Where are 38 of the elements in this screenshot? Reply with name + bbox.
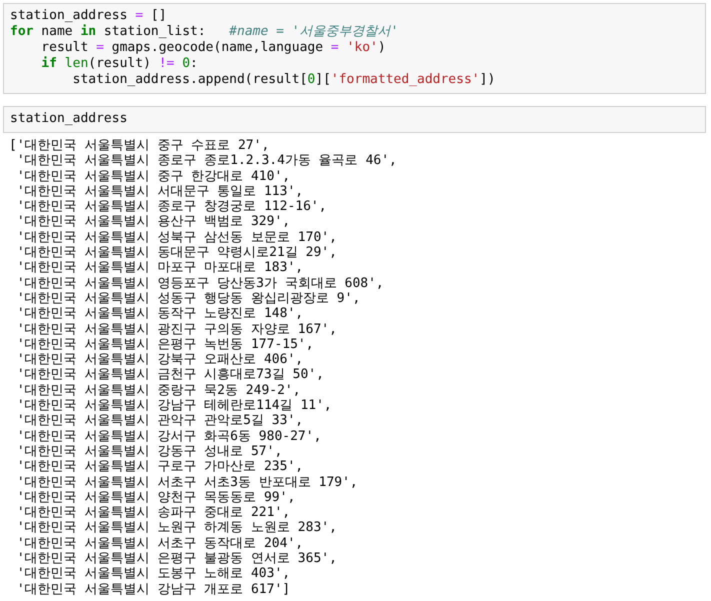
output-line: '대한민국 서울특별시 강남구 테헤란로114길 11', [16, 398, 333, 414]
output-line: '대한민국 서울특별시 광진구 구의동 자양로 167', [16, 322, 338, 337]
code-input[interactable]: station_address [3, 106, 706, 133]
output-line: '대한민국 서울특별시 중랑구 묵2동 249-2', [16, 382, 302, 398]
code-line: if len(result) != 0: [40, 56, 199, 72]
output-line: '대한민국 서울특별시 은평구 녹번동 177-15', [16, 336, 315, 352]
output-line: '대한민국 서울특별시 구로구 가마산로 235', [16, 459, 304, 475]
output-line: '대한민국 서울특별시 서초구 서초3동 반포대로 179', [16, 474, 359, 490]
output-line: '대한민국 서울특별시 동대문구 약령시로21길 29', [16, 245, 338, 260]
code-line: station_address [10, 111, 128, 127]
output-line: '대한민국 서울특별시 중구 한강대로 410', [16, 168, 292, 184]
output-line: '대한민국 서울특별시 강북구 오패산로 406', [16, 352, 304, 368]
output-line: '대한민국 서울특별시 송파구 중대로 221', [16, 505, 292, 520]
output-line: '대한민국 서울특별시 종로구 종로1.2.3.4가동 율곡로 46', [16, 153, 398, 169]
output-line: '대한민국 서울특별시 강서구 화곡6동 980-27', [16, 428, 322, 444]
output-line: '대한민국 서울특별시 금천구 시흥대로73길 50', [16, 367, 325, 383]
code-line: for name in station_list: #name = '서울중부경찰서' [10, 24, 400, 40]
code-line: result = gmaps.geocode(name,language = 'ko') [40, 40, 387, 56]
output-line: '대한민국 서울특별시 강남구 개포로 617'] [16, 582, 292, 597]
output-line: '대한민국 서울특별시 서대문구 통일로 113', [16, 184, 304, 200]
output-line: '대한민국 서울특별시 성동구 행당동 왕십리광장로 9', [16, 290, 362, 306]
output-line: '대한민국 서울특별시 노원구 하계동 노원로 283', [16, 520, 338, 536]
output-line: '대한민국 서울특별시 은평구 불광동 연서로 365', [16, 551, 338, 566]
output-line: '대한민국 서울특별시 영등포구 당산동3가 국회대로 608', [16, 276, 385, 291]
output-line: '대한민국 서울특별시 마포구 마포대로 183', [16, 260, 304, 276]
output-line: '대한민국 서울특별시 용산구 백범로 329', [16, 214, 292, 230]
code-input[interactable]: station_address = [] for name in station_list: #name = '서울중부경찰서' result = gmaps.geocode(name,language = 'ko') if len(result) != 0: station_address.append(result[0]['formatted_address']) [3, 3, 706, 94]
output-line: ['대한민국 서울특별시 중구 수표로 27', [9, 138, 270, 154]
output-line: '대한민국 서울특별시 성북구 삼선동 보문로 170', [16, 230, 338, 246]
output-line: '대한민국 서울특별시 서초구 동작대로 204', [16, 536, 304, 552]
output-line: '대한민국 서울특별시 동작구 노량진로 148', [16, 306, 304, 322]
code-line: station_address.append(result[0]['formatted_address']) [72, 72, 496, 88]
output-line: '대한민국 서울특별시 종로구 창경궁로 112-16', [16, 199, 328, 214]
code-line: station_address = [] [10, 8, 168, 24]
output-line: '대한민국 서울특별시 관악구 관악로5길 33', [16, 413, 304, 429]
output-line: '대한민국 서울특별시 강동구 성내로 57', [16, 444, 284, 460]
output-line: '대한민국 서울특별시 도봉구 노해로 403', [16, 566, 292, 582]
output-line: '대한민국 서울특별시 양천구 목동동로 99', [16, 490, 296, 506]
